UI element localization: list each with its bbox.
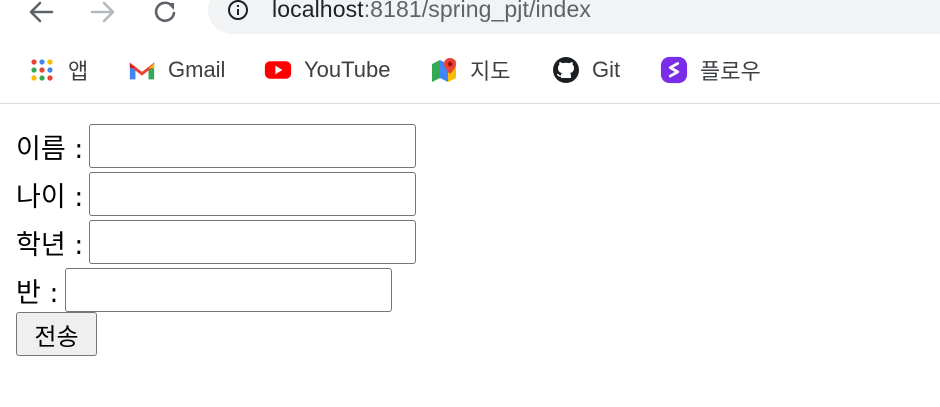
age-label: 나이 : [16,181,84,213]
bookmark-label: Gmail [168,57,226,82]
youtube-icon [264,56,292,84]
arrow-right-icon [90,1,115,23]
apps-grid-icon [28,56,56,84]
gmail-icon [128,56,156,84]
grade-row: 학년 : [16,220,417,264]
url-path: :8181/spring_pjt/index [363,0,591,22]
github-icon [552,56,580,84]
class-label: 반 : [16,277,59,309]
flow-icon [660,56,688,84]
bookmark-apps[interactable]: 앱 [28,54,88,86]
grade-label: 학년 : [16,229,84,261]
bookmark-flow[interactable]: 플로우 [660,54,761,86]
bookmark-label: YouTube [304,57,391,82]
url-host: localhost [272,0,364,22]
name-input[interactable] [89,124,417,168]
bookmark-gmail[interactable]: Gmail [128,54,225,86]
class-row: 반 : [16,268,392,312]
name-row: 이름 : [16,124,417,168]
bookmark-git[interactable]: Git [552,54,620,86]
bookmarks-bar: 앱 Gmail YouTube 지도 Git 플로우 [0,48,940,104]
age-row: 나이 : [16,172,417,216]
bookmark-label: 플로우 [700,59,761,84]
submit-button[interactable]: 전송 [16,312,97,356]
bookmark-label: 앱 [68,59,89,84]
reload-icon [154,1,176,23]
name-label: 이름 : [16,133,84,165]
arrow-left-icon [29,1,54,23]
bookmark-label: Git [592,57,621,82]
bookmark-label: 지도 [470,59,511,84]
reload-button[interactable] [148,0,182,24]
url-text[interactable]: localhost:8181/spring_pjt/index [272,0,591,23]
back-button[interactable] [24,0,58,24]
age-input[interactable] [89,172,417,216]
browser-toolbar: localhost:8181/spring_pjt/index [0,0,940,36]
maps-icon [430,56,458,84]
forward-button[interactable] [86,0,120,24]
bookmark-maps[interactable]: 지도 [430,54,510,86]
bookmark-youtube[interactable]: YouTube [264,54,390,86]
grade-input[interactable] [89,220,417,264]
class-input[interactable] [64,268,392,312]
info-icon[interactable] [226,0,250,24]
